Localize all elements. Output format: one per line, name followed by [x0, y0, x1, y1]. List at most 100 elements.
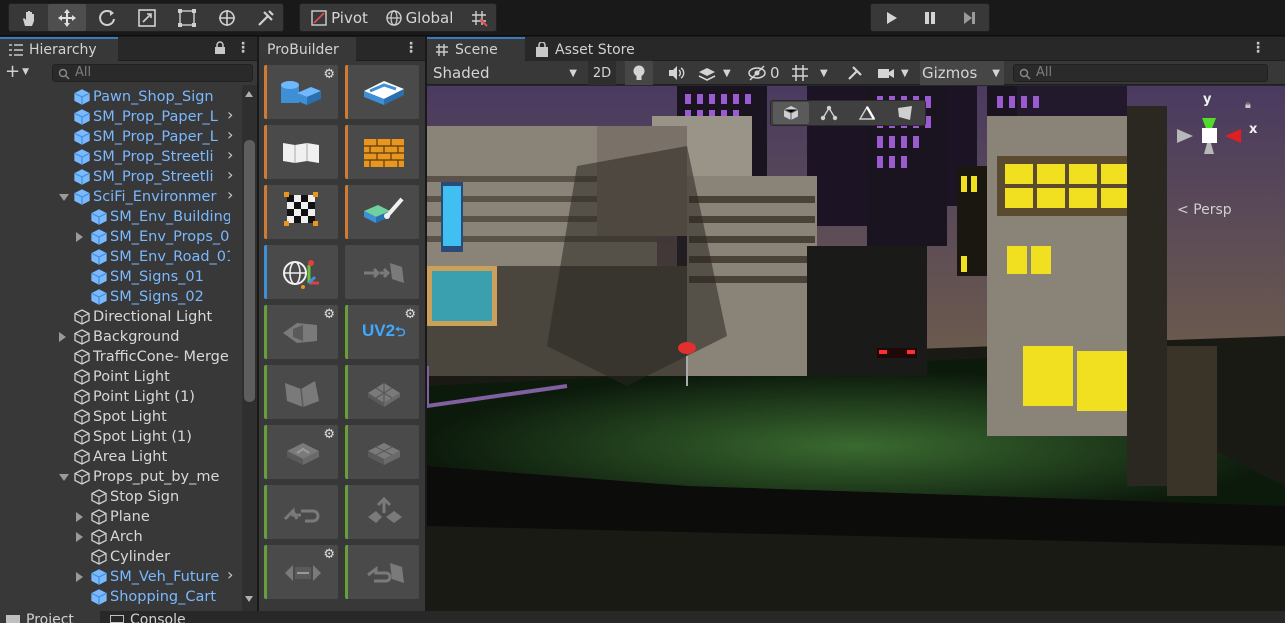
expand-arrow-right-icon[interactable]: [59, 332, 66, 342]
2d-toggle-button[interactable]: 2D: [588, 61, 616, 85]
new-shape-button[interactable]: ⚙: [264, 65, 338, 119]
uv2-button[interactable]: UV2⮌ ⚙: [345, 305, 419, 359]
tab-scene[interactable]: Scene: [427, 37, 525, 61]
tab-project[interactable]: Project: [0, 611, 100, 623]
vertex-mode-button[interactable]: [811, 102, 847, 124]
hierarchy-row[interactable]: Stop Sign: [91, 487, 230, 507]
chevron-right-icon[interactable]: ›: [227, 105, 233, 124]
expand-arrow-down-icon[interactable]: [59, 474, 69, 481]
material-editor-button[interactable]: [264, 125, 338, 179]
new-poly-shape-button[interactable]: [345, 65, 419, 119]
triangulate-button[interactable]: [345, 485, 419, 539]
scroll-down-arrow[interactable]: [245, 596, 253, 602]
conform-normals-button[interactable]: [345, 425, 419, 479]
global-button[interactable]: Global: [379, 4, 459, 31]
hierarchy-row[interactable]: SM_Prop_Paper_L: [74, 107, 230, 127]
audio-toggle[interactable]: [662, 61, 690, 85]
tab-probuilder[interactable]: ProBuilder: [259, 37, 356, 61]
gizmos-dropdown[interactable]: Gizmos ▼: [920, 61, 1004, 85]
hierarchy-row[interactable]: Plane: [91, 507, 230, 527]
probuilder-menu-icon[interactable]: ⋮: [404, 40, 418, 56]
hierarchy-row[interactable]: SM_Env_Props_01: [91, 227, 230, 247]
new-shape-settings-icon[interactable]: ⚙: [323, 67, 335, 82]
edge-mode-button[interactable]: [849, 102, 885, 124]
chevron-right-icon[interactable]: ›: [227, 165, 233, 184]
uv-editor-button[interactable]: [345, 125, 419, 179]
export-button[interactable]: ⚙: [264, 545, 338, 599]
scene-menu-icon[interactable]: ⋮: [1251, 40, 1265, 56]
expand-arrow-right-icon[interactable]: [76, 532, 83, 542]
hidden-objects-toggle[interactable]: 0: [747, 61, 783, 85]
scroll-thumb[interactable]: [244, 140, 255, 402]
chevron-right-icon[interactable]: ›: [227, 565, 233, 584]
scroll-up-arrow[interactable]: [245, 91, 253, 97]
pause-button[interactable]: [912, 4, 948, 31]
transform-tool-button[interactable]: [208, 4, 246, 31]
tab-console[interactable]: Console: [104, 611, 204, 623]
step-button[interactable]: [951, 4, 987, 31]
chevron-right-icon[interactable]: ›: [227, 185, 233, 204]
hierarchy-search-input[interactable]: All: [52, 64, 253, 82]
pivot-button[interactable]: Pivot: [302, 4, 376, 31]
scene-viewport[interactable]: y x 🔒︎ < Persp: [427, 86, 1285, 611]
scene-search-input[interactable]: All: [1013, 64, 1268, 82]
tab-hierarchy[interactable]: Hierarchy: [0, 37, 118, 61]
hierarchy-row[interactable]: SM_Env_Road_01: [91, 247, 230, 267]
uv2-settings-icon[interactable]: ⚙: [404, 307, 416, 322]
merge-settings-icon[interactable]: ⚙: [323, 307, 335, 322]
orientation-gizmo[interactable]: y x 🔒︎: [1169, 92, 1259, 194]
flip-normals-button[interactable]: [264, 365, 338, 419]
hierarchy-row[interactable]: Arch: [91, 527, 230, 547]
mirror-objects-button[interactable]: [345, 245, 419, 299]
hand-tool-button[interactable]: [11, 4, 47, 31]
hierarchy-row[interactable]: SM_Signs_02: [91, 287, 230, 307]
hierarchy-row[interactable]: Props_put_by_me: [74, 467, 230, 487]
probuilderize-button[interactable]: [345, 545, 419, 599]
hierarchy-row[interactable]: SM_Veh_Future: [91, 567, 230, 587]
hierarchy-row[interactable]: SciFi_Environmer: [74, 187, 230, 207]
grid-toggle[interactable]: ▼: [790, 61, 836, 85]
hierarchy-row[interactable]: SM_Prop_Paper_L: [74, 127, 230, 147]
hierarchy-row[interactable]: Background: [74, 327, 230, 347]
hierarchy-row[interactable]: Pawn_Shop_Sign: [74, 87, 230, 107]
hierarchy-row[interactable]: SM_Prop_Streetli: [74, 167, 230, 187]
hierarchy-row[interactable]: TrafficCone- Merge: [74, 347, 230, 367]
center-pivot-button[interactable]: ⚙: [264, 425, 338, 479]
tools-toggle[interactable]: [846, 61, 868, 85]
custom-tool-button[interactable]: [248, 4, 284, 31]
play-button[interactable]: [873, 4, 909, 31]
move-tool-button[interactable]: [48, 4, 86, 31]
merge-objects-button[interactable]: ⚙: [264, 305, 338, 359]
hierarchy-row[interactable]: Spot Light (1): [74, 427, 230, 447]
expand-arrow-right-icon[interactable]: [76, 512, 83, 522]
hierarchy-row[interactable]: Point Light: [74, 367, 230, 387]
vertex-colors-button[interactable]: [345, 185, 419, 239]
scale-tool-button[interactable]: [128, 4, 166, 31]
camera-settings-dropdown[interactable]: ▼: [877, 61, 915, 85]
export-settings-icon[interactable]: ⚙: [323, 547, 335, 562]
hierarchy-row[interactable]: Shopping_Cart: [91, 587, 230, 607]
subdivide-object-button[interactable]: [345, 365, 419, 419]
create-button[interactable]: + ▼: [5, 62, 29, 82]
gizmo-lock-icon[interactable]: 🔒︎: [1245, 98, 1251, 112]
hierarchy-row[interactable]: Spot Light: [74, 407, 230, 427]
hierarchy-row[interactable]: Cylinder: [91, 547, 230, 567]
tab-asset-store[interactable]: Asset Store: [527, 37, 652, 61]
chevron-right-icon[interactable]: ›: [227, 125, 233, 144]
rect-tool-button[interactable]: [168, 4, 206, 31]
expand-arrow-down-icon[interactable]: [59, 194, 69, 201]
center-pivot-settings-icon[interactable]: ⚙: [323, 427, 335, 442]
lock-icon[interactable]: [214, 41, 226, 55]
hierarchy-row[interactable]: Point Light (1): [74, 387, 230, 407]
hierarchy-row[interactable]: Area Light: [74, 447, 230, 467]
hierarchy-row[interactable]: Directional Light: [74, 307, 230, 327]
hierarchy-row[interactable]: SM_Env_Buildings: [91, 207, 230, 227]
object-mode-button[interactable]: [773, 102, 809, 124]
face-mode-button[interactable]: [887, 102, 923, 124]
perspective-label[interactable]: < Persp: [1177, 202, 1232, 218]
smooth-groups-button[interactable]: [264, 245, 338, 299]
expand-arrow-right-icon[interactable]: [76, 572, 83, 582]
effects-toggle[interactable]: ▼: [697, 61, 737, 85]
rotate-tool-button[interactable]: [88, 4, 126, 31]
shading-mode-dropdown[interactable]: Shaded ▼: [433, 61, 577, 85]
